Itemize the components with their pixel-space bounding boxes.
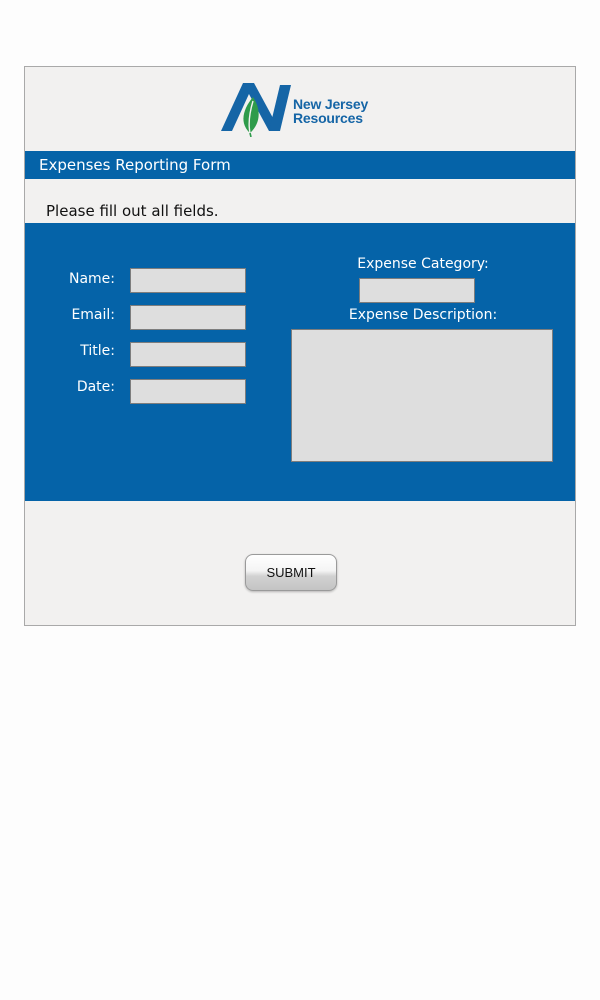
logo-line-2: Resources	[293, 110, 363, 126]
title-field[interactable]	[130, 342, 246, 367]
expense-category-field[interactable]	[359, 278, 475, 303]
form-fields-panel: Name: Email: Title: Date: Expense Catego…	[25, 223, 575, 501]
expense-description-textarea[interactable]	[291, 329, 553, 462]
form-instructions: Please fill out all fields.	[46, 202, 219, 220]
form-title-bar: Expenses Reporting Form	[25, 151, 575, 179]
submit-button[interactable]: SUBMIT	[245, 554, 337, 591]
date-label: Date:	[76, 379, 115, 395]
name-label: Name:	[68, 271, 115, 287]
logo-wordmark: New Jersey Resources	[293, 97, 368, 125]
expense-form-card: New Jersey Resources Expenses Reporting …	[24, 66, 576, 626]
logo-line-1: New Jersey	[293, 96, 369, 112]
njr-logo-icon	[221, 83, 291, 137]
date-field[interactable]	[130, 379, 246, 404]
name-field[interactable]	[130, 268, 246, 293]
company-logo: New Jersey Resources	[221, 83, 391, 137]
expense-description-label: Expense Description:	[348, 307, 498, 323]
title-label: Title:	[80, 343, 115, 359]
email-label: Email:	[71, 307, 115, 323]
expense-category-label: Expense Category:	[357, 256, 489, 272]
email-field[interactable]	[130, 305, 246, 330]
form-title: Expenses Reporting Form	[39, 156, 231, 174]
